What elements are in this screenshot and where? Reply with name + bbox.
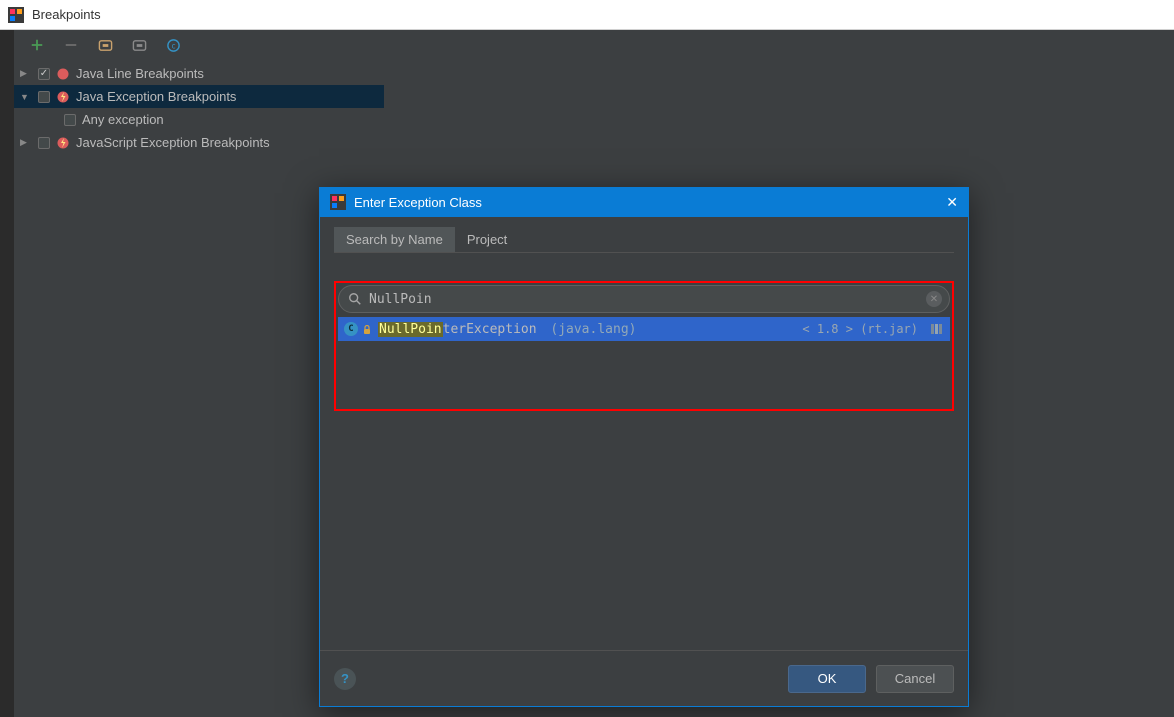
result-package: (java.lang) xyxy=(550,322,636,337)
main-panel: c ▶ Java Line Breakpoints ▼ Java Excepti… xyxy=(0,30,1174,717)
tree-label: Any exception xyxy=(82,112,164,127)
tree-expander-icon[interactable]: ▶ xyxy=(20,68,32,79)
enter-exception-dialog: Enter Exception Class ✕ Search by Name P… xyxy=(319,187,969,707)
tab-project[interactable]: Project xyxy=(455,227,519,252)
search-results: C NullPointerException (java.lang) < 1.8… xyxy=(338,317,950,407)
tree-checkbox[interactable] xyxy=(38,91,50,103)
breakpoint-circle-icon xyxy=(56,67,70,81)
left-gutter xyxy=(0,30,14,717)
help-button[interactable]: ? xyxy=(334,668,356,690)
tree-checkbox[interactable] xyxy=(38,68,50,80)
view-mode-button-1[interactable] xyxy=(96,36,114,54)
window-title-bar: Breakpoints xyxy=(0,0,1174,30)
dialog-title: Enter Exception Class xyxy=(354,195,482,210)
search-highlight-region: ✕ C NullPointerException (java.lang) xyxy=(334,281,954,411)
breakpoints-toolbar: c xyxy=(14,30,1174,60)
library-icon xyxy=(930,322,944,336)
result-match: NullPoin xyxy=(378,322,443,337)
app-icon xyxy=(8,7,24,23)
lock-icon xyxy=(362,324,372,334)
window-title: Breakpoints xyxy=(32,7,101,22)
dialog-footer: ? OK Cancel xyxy=(320,650,968,706)
add-breakpoint-button[interactable] xyxy=(28,36,46,54)
tree-expander-icon[interactable]: ▶ xyxy=(20,137,32,148)
clear-search-button[interactable]: ✕ xyxy=(926,291,942,307)
cancel-button[interactable]: Cancel xyxy=(876,665,954,693)
tree-item-java-line-breakpoints[interactable]: ▶ Java Line Breakpoints xyxy=(14,62,384,85)
tree-label: JavaScript Exception Breakpoints xyxy=(76,135,270,150)
tree-label: Java Exception Breakpoints xyxy=(76,89,236,104)
dialog-tabs: Search by Name Project xyxy=(334,227,954,253)
result-meta: < 1.8 > (rt.jar) xyxy=(802,322,918,336)
exception-breakpoint-icon xyxy=(56,136,70,150)
dialog-title-bar[interactable]: Enter Exception Class ✕ xyxy=(320,187,968,217)
result-rest: terException xyxy=(443,322,537,337)
tree-checkbox[interactable] xyxy=(38,137,50,149)
tree-item-java-exception-breakpoints[interactable]: ▼ Java Exception Breakpoints xyxy=(14,85,384,108)
search-result-item[interactable]: C NullPointerException (java.lang) < 1.8… xyxy=(338,317,950,341)
tree-expander-icon[interactable]: ▼ xyxy=(20,92,32,102)
dialog-close-button[interactable]: ✕ xyxy=(946,194,958,211)
remove-breakpoint-button[interactable] xyxy=(62,36,80,54)
breakpoints-tree: ▶ Java Line Breakpoints ▼ Java Exception… xyxy=(14,60,384,154)
tree-label: Java Line Breakpoints xyxy=(76,66,204,81)
search-input[interactable] xyxy=(338,285,950,313)
ok-button[interactable]: OK xyxy=(788,665,866,693)
class-icon: C xyxy=(344,322,358,336)
view-mode-button-2[interactable] xyxy=(130,36,148,54)
tree-checkbox[interactable] xyxy=(64,114,76,126)
exception-breakpoint-icon xyxy=(56,90,70,104)
svg-text:c: c xyxy=(171,41,176,50)
tab-search-by-name[interactable]: Search by Name xyxy=(334,227,455,252)
view-mode-button-3[interactable]: c xyxy=(164,36,182,54)
tree-item-any-exception[interactable]: Any exception xyxy=(14,108,384,131)
app-icon xyxy=(330,194,346,210)
tree-item-javascript-exception-breakpoints[interactable]: ▶ JavaScript Exception Breakpoints xyxy=(14,131,384,154)
